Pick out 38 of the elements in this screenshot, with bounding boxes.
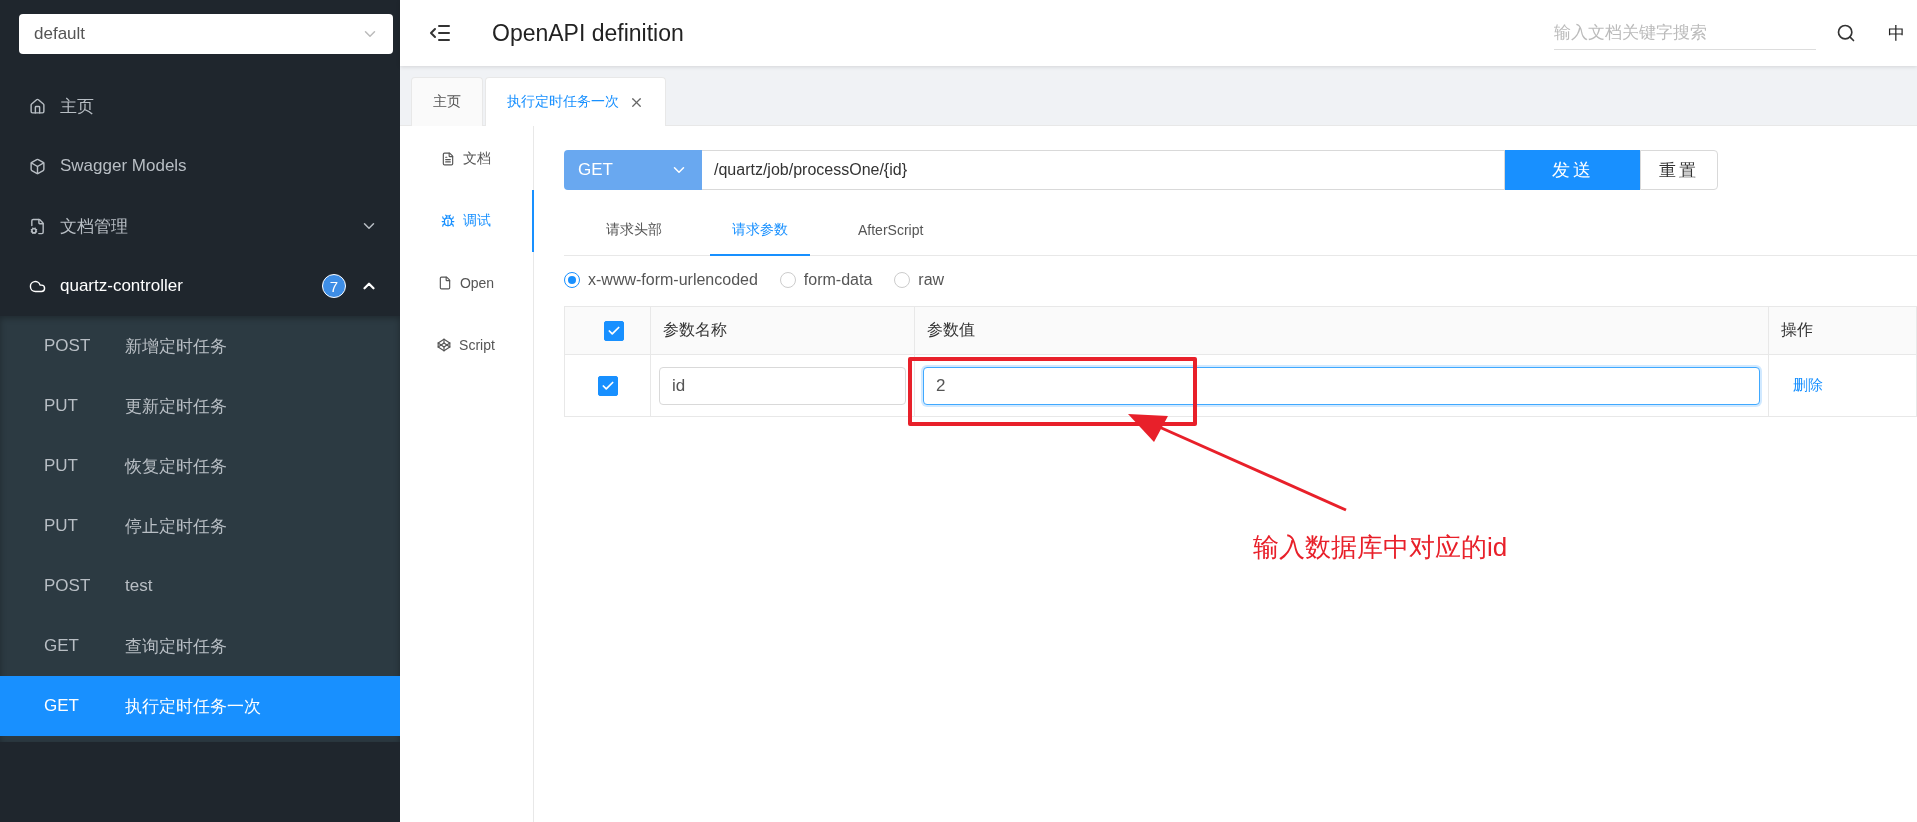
reset-button[interactable]: 重置 xyxy=(1640,150,1718,190)
endpoint-item[interactable]: POST 新增定时任务 xyxy=(0,316,400,376)
group-select[interactable]: default xyxy=(19,14,393,54)
param-value-field[interactable]: 2 xyxy=(923,366,1760,405)
endpoint-item[interactable]: PUT 更新定时任务 xyxy=(0,376,400,436)
cube-icon xyxy=(437,338,452,352)
nav-tab[interactable]: 文档 xyxy=(400,128,534,190)
column-header: 参数名称 xyxy=(663,320,727,340)
checkbox[interactable] xyxy=(597,375,618,396)
param-tab[interactable]: 请求头部 xyxy=(584,206,684,256)
menu-item[interactable]: 文档管理 xyxy=(0,196,400,256)
param-tab[interactable]: AfterScript xyxy=(836,206,946,256)
count-badge: 7 xyxy=(322,274,346,298)
search-icon[interactable] xyxy=(1836,23,1856,43)
radio-label: x-www-form-urlencoded xyxy=(588,271,758,289)
document-icon xyxy=(441,152,455,166)
language-toggle[interactable]: 中 xyxy=(1888,21,1905,45)
column-header: 操作 xyxy=(1781,320,1813,340)
menu-item[interactable]: quartz-controller 7 xyxy=(0,256,400,316)
endpoint-item[interactable]: POST test xyxy=(0,556,400,616)
checkbox[interactable] xyxy=(603,320,624,341)
endpoint-item[interactable]: PUT 停止定时任务 xyxy=(0,496,400,556)
annotation-text: 输入数据库中对应的id xyxy=(1253,531,1508,564)
file-icon xyxy=(437,276,452,290)
nav-tab[interactable]: Open xyxy=(400,252,534,314)
page-tab[interactable]: 主页 xyxy=(411,77,483,126)
endpoint-item[interactable]: GET 查询定时任务 xyxy=(0,616,400,676)
column-header: 参数值 xyxy=(927,320,975,340)
menu-item[interactable]: 主页 xyxy=(0,76,400,136)
nav-tab[interactable]: Script xyxy=(400,314,534,376)
radio-label: form-data xyxy=(803,271,873,289)
url-field[interactable]: /quartz/job/processOne/{id} xyxy=(702,150,1505,190)
radio-label: raw xyxy=(918,271,945,289)
page-title: OpenAPI definition xyxy=(492,19,684,47)
menu-item[interactable]: Swagger Models xyxy=(0,136,400,196)
bug-icon xyxy=(441,214,455,228)
param-name-field[interactable]: id xyxy=(659,366,906,405)
endpoint-item[interactable]: PUT 恢复定时任务 xyxy=(0,436,400,496)
